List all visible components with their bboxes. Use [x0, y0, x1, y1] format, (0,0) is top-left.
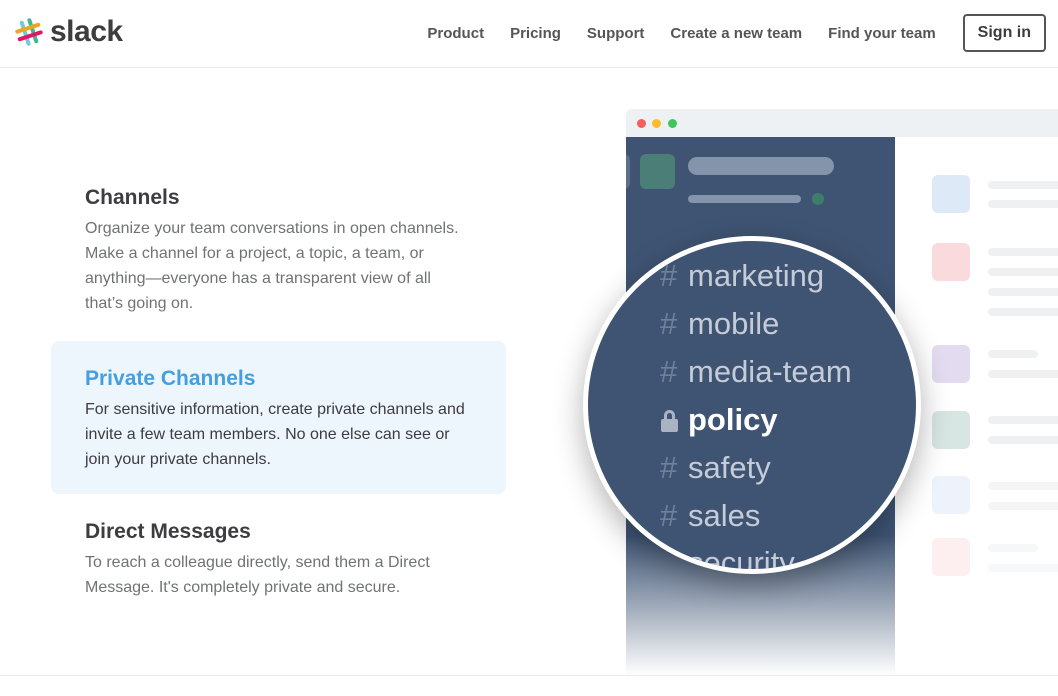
message-line [988, 308, 1058, 316]
channel-name: policy [688, 402, 778, 437]
message-line [988, 200, 1058, 208]
feature-description: Organize your team conversations in open… [85, 220, 459, 312]
nav-create-team[interactable]: Create a new team [670, 25, 802, 42]
channel-marketing: # marketing [660, 256, 824, 296]
channel-magnifier: # marketing # mobile # media-team policy # s… [583, 236, 921, 574]
channel-name: sales [688, 498, 761, 533]
nav-pricing[interactable]: Pricing [510, 25, 561, 42]
channel-name: media-team [688, 354, 852, 389]
message-line [988, 502, 1058, 510]
slack-hash-icon [10, 13, 48, 51]
message-line [988, 181, 1058, 189]
message-line [988, 544, 1038, 552]
slack-logo[interactable]: slack [14, 14, 123, 50]
channel-name: marketing [688, 258, 825, 293]
hash-icon: # [660, 498, 678, 533]
presence-dot-icon [812, 193, 824, 205]
site-header: slack Product Pricing Support Create a n… [0, 0, 1058, 68]
user-name-placeholder [688, 195, 801, 203]
channel-media-team: # media-team [660, 352, 852, 392]
nav-support[interactable]: Support [587, 25, 645, 42]
channel-mobile: # mobile [660, 304, 779, 344]
message-line [988, 350, 1038, 358]
message-line [988, 416, 1058, 424]
channel-name: safety [688, 450, 771, 485]
message-avatar [932, 411, 970, 449]
channel-name: mobile [688, 306, 780, 341]
team-avatar [640, 154, 675, 189]
message-avatar [932, 538, 970, 576]
hash-icon: # [660, 450, 678, 485]
message-line [988, 288, 1058, 296]
minimize-dot-icon [652, 119, 661, 128]
top-nav: Product Pricing Support Create a new tea… [401, 14, 1046, 52]
message-line [988, 370, 1058, 378]
message-line [988, 436, 1058, 444]
feature-description: For sensitive information, create privat… [85, 401, 465, 468]
feature-private-channels[interactable]: Private Channels For sensitive informati… [51, 341, 506, 494]
feature-title: Private Channels [85, 367, 256, 390]
message-avatar [932, 476, 970, 514]
lock-icon [660, 400, 680, 440]
team-avatar-placeholder [626, 154, 630, 189]
message-line [988, 268, 1058, 276]
feature-title: Direct Messages [85, 520, 251, 543]
hash-icon: # [660, 258, 678, 293]
message-avatar [932, 175, 970, 213]
nav-find-team[interactable]: Find your team [828, 25, 936, 42]
feature-direct-messages[interactable]: Direct Messages To reach a colleague dir… [51, 520, 506, 600]
nav-product[interactable]: Product [427, 25, 484, 42]
window-titlebar [626, 109, 1058, 137]
logo-text: slack [50, 15, 123, 48]
message-line [988, 482, 1058, 490]
channel-policy: policy [660, 400, 778, 440]
message-avatar [932, 243, 970, 281]
feature-title: Channels [85, 186, 180, 209]
team-name-placeholder [688, 157, 834, 175]
hash-icon: # [660, 354, 678, 389]
close-dot-icon [637, 119, 646, 128]
channel-sales: # sales [660, 496, 760, 536]
feature-description: To reach a colleague directly, send them… [85, 554, 430, 596]
section-divider [0, 675, 1058, 676]
message-line [988, 248, 1058, 256]
hash-icon: # [660, 306, 678, 341]
maximize-dot-icon [668, 119, 677, 128]
message-avatar [932, 345, 970, 383]
message-line [988, 564, 1058, 572]
channel-safety: # safety [660, 448, 771, 488]
feature-channels[interactable]: Channels Organize your team conversation… [51, 186, 506, 316]
sign-in-button[interactable]: Sign in [962, 14, 1046, 52]
